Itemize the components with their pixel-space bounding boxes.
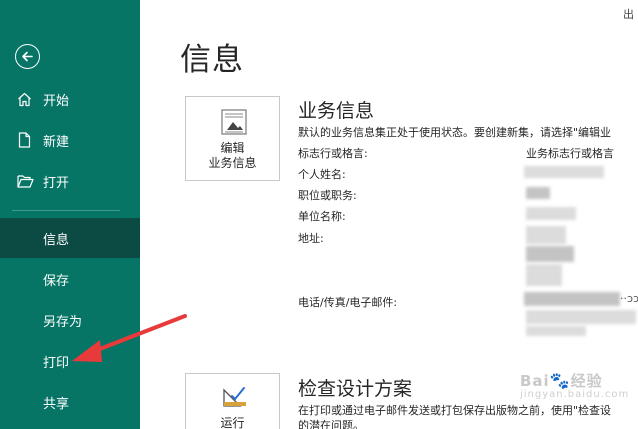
edit-card-line2: 业务信息 <box>208 156 257 170</box>
redacted-contact-2 <box>526 310 636 324</box>
nav-label-share: 共享 <box>43 396 70 412</box>
info-pane: 出 信息 编辑 业务信息 业务信息 默认的业务信息集正处于使用状态。要创建新集，… <box>140 0 638 429</box>
nav-item-home[interactable]: 开始 <box>0 79 140 119</box>
nav-label-save: 保存 <box>43 273 70 289</box>
business-card-icon <box>221 109 247 135</box>
nav-label-save-as: 另存为 <box>43 314 83 330</box>
watermark-text2: 经验 <box>570 372 603 390</box>
business-info-description: 默认的业务信息集正处于使用状态。要创建新集，请选择"编辑业 <box>298 126 612 139</box>
redacted-contact-3 <box>526 326 586 336</box>
home-icon <box>17 92 43 107</box>
redacted-org <box>526 207 576 220</box>
edit-card-line1: 编辑 <box>220 141 245 155</box>
nav-item-print[interactable]: 打印 <box>0 341 140 381</box>
design-checker-title: 检查设计方案 <box>298 378 413 400</box>
business-info-title: 业务信息 <box>298 100 375 122</box>
redacted-contact-1 <box>524 292 620 306</box>
field-label-tagline: 标志行或格言: <box>298 147 368 160</box>
edit-business-info-button[interactable]: 编辑 业务信息 <box>185 96 280 181</box>
sign-in-link[interactable]: 出 <box>623 6 634 22</box>
nav-item-share[interactable]: 共享 <box>0 382 140 422</box>
design-checker-description-2: 的潜在问题。 <box>298 419 364 429</box>
contact-snippet: ··ɔɔ <box>620 292 638 305</box>
nav-item-save-as[interactable]: 另存为 <box>0 300 140 340</box>
nav-label-info: 信息 <box>43 232 70 248</box>
nav-item-open[interactable]: 打开 <box>0 161 140 201</box>
back-button[interactable] <box>15 44 40 69</box>
nav-label-print: 打印 <box>43 355 70 371</box>
nav-label-home: 开始 <box>43 93 70 109</box>
nav-item-info[interactable]: 信息 <box>0 218 140 258</box>
field-label-contact: 电话/传真/电子邮件: <box>298 296 398 309</box>
nav-item-save[interactable]: 保存 <box>0 259 140 299</box>
redacted-name <box>524 166 604 178</box>
backstage-nav: 开始 新建 打开 信息 保存 另存为 打印 共享 <box>0 0 140 429</box>
run-design-checker-button[interactable]: 运行 <box>185 373 280 429</box>
field-value-tagline: 业务标志行或格言 <box>526 147 614 160</box>
baidu-watermark: Bai🐾经验 jingyan.baidu.com <box>520 370 629 400</box>
redacted-address-1 <box>526 226 566 244</box>
design-checker-description-1: 在打印或通过电子邮件发送或打包保存出版物之前，使用"检查设 <box>298 404 612 417</box>
field-label-name: 个人姓名: <box>298 168 346 181</box>
design-checker-icon <box>223 387 246 407</box>
watermark-subtext: jingyan.baidu.com <box>520 389 630 400</box>
page-title: 信息 <box>180 42 244 78</box>
new-document-icon <box>17 132 43 148</box>
nav-item-new[interactable]: 新建 <box>0 120 140 160</box>
nav-separator <box>12 210 120 211</box>
redacted-title <box>526 187 550 199</box>
field-label-address: 地址: <box>298 232 324 245</box>
back-arrow-icon <box>22 51 33 62</box>
nav-label-new: 新建 <box>43 134 70 150</box>
redacted-address-3 <box>526 264 562 286</box>
field-label-org: 单位名称: <box>298 210 346 223</box>
paw-icon: 🐾 <box>549 371 571 390</box>
redacted-address-2 <box>526 246 574 262</box>
nav-label-open: 打开 <box>43 175 70 191</box>
open-folder-icon <box>17 174 43 188</box>
watermark-text: Bai <box>520 372 550 390</box>
design-card-line1: 运行 <box>220 416 245 429</box>
field-label-title: 职位或职务: <box>298 189 357 202</box>
